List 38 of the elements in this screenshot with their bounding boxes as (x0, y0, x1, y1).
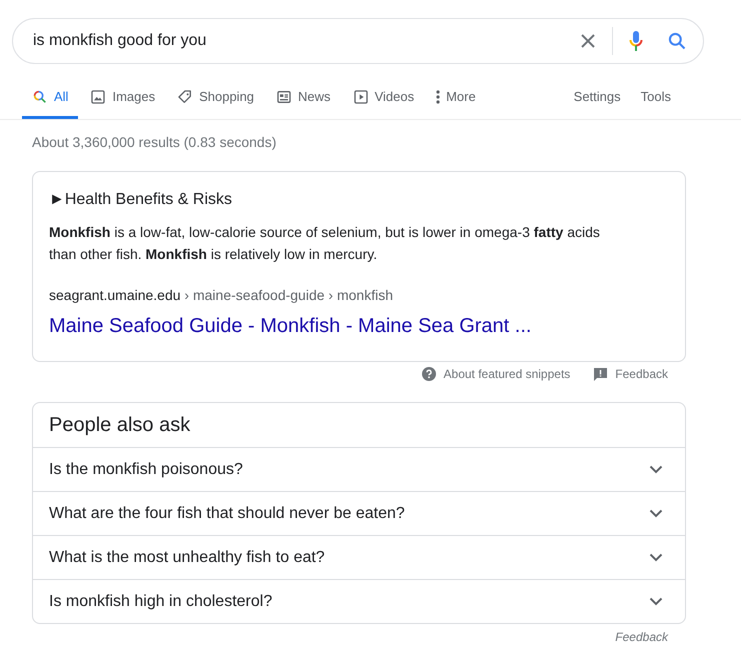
result-link[interactable]: Maine Seafood Guide - Monkfish - Maine Sea Grant ... (49, 311, 669, 341)
more-icon (436, 89, 440, 105)
question-row[interactable]: What are the four fish that should never be eaten? (33, 491, 685, 535)
question-text: What are the four fish that should never be eaten? (49, 504, 405, 524)
search-tab[interactable]: Images (80, 78, 166, 119)
tag-icon (177, 89, 194, 105)
search-icon[interactable] (667, 31, 687, 51)
feedback-icon (594, 368, 608, 380)
image-icon (90, 89, 106, 105)
question-text: Is monkfish high in cholesterol? (49, 592, 272, 612)
question-text: Is the monkfish poisonous? (49, 460, 243, 480)
feedback-link[interactable]: Feedback (615, 365, 668, 383)
search-field[interactable]: is monkfish good for you (12, 18, 704, 64)
search-icon (32, 89, 48, 105)
close-icon[interactable] (580, 33, 596, 49)
tool-link[interactable]: Tools (630, 78, 681, 119)
result-url: seagrant.umaine.edu › maine-seafood-guide › monkfish (49, 286, 394, 305)
microphone-icon[interactable] (629, 30, 643, 52)
search-tab[interactable]: More (426, 78, 486, 119)
question-row[interactable]: Is the monkfish poisonous? (33, 447, 685, 491)
result-stats: About 3,360,000 results (0.83 seconds) (32, 133, 278, 152)
snippet-text: Monkfish is a low-fat, low-calorie source of selenium, but is lower in omega-3 fatty acids than other fish. Monkfish is relatively low in mercury. (49, 223, 601, 264)
search-text: is monkfish good for you (33, 32, 206, 49)
question-row[interactable]: What is the most unhealthy fish to eat? (33, 535, 685, 579)
search-tab[interactable]: News (266, 78, 341, 119)
feedback-link[interactable]: Feedback (615, 628, 668, 646)
about-snippets-link[interactable]: About featured snippets (444, 365, 570, 383)
search-tab[interactable]: Shopping (167, 78, 264, 119)
snippet-heading: ►Health Benefits & Risks (49, 190, 234, 210)
tool-link[interactable]: Settings (564, 78, 631, 119)
section-heading: People also ask (48, 413, 192, 438)
search-tab[interactable]: All (22, 78, 78, 119)
search-tab[interactable]: Videos (342, 78, 424, 119)
newspaper-icon (276, 89, 292, 105)
play-icon (352, 89, 369, 105)
help-icon (422, 367, 436, 381)
question-row[interactable]: Is monkfish high in cholesterol? (33, 579, 685, 623)
question-text: What is the most unhealthy fish to eat? (49, 548, 325, 568)
